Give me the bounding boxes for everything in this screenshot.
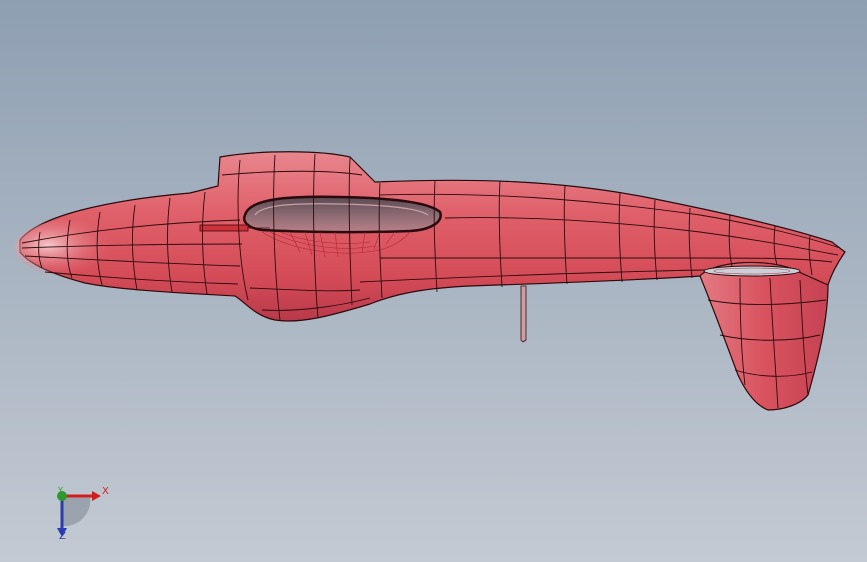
y-axis-label: Y — [58, 486, 63, 495]
tail-opening — [703, 265, 801, 277]
graphics-viewport[interactable]: X Y Z — [0, 0, 867, 562]
fuselage-model[interactable] — [0, 0, 867, 562]
tail-fin[interactable] — [699, 261, 829, 411]
triad-graphic — [57, 491, 101, 537]
antenna-mast[interactable] — [520, 285, 527, 343]
z-axis-label: Z — [59, 531, 66, 542]
pitot-probe[interactable] — [199, 224, 249, 232]
axis-triad: X Y Z — [44, 480, 124, 550]
x-axis-label: X — [102, 486, 109, 497]
